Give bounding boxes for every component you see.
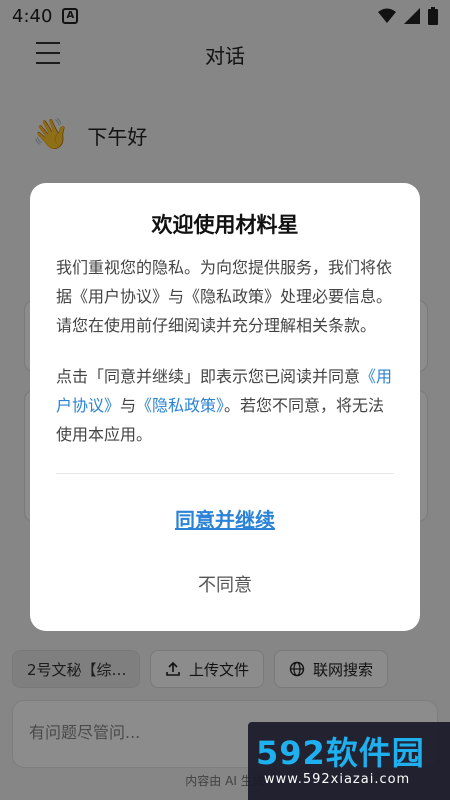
watermark-url: www.592xiazai.com xyxy=(264,772,411,787)
disagree-button[interactable]: 不同意 xyxy=(56,571,394,597)
privacy-dialog: 欢迎使用材料星 我们重视您的隐私。为向您提供服务，我们将依据《用户协议》与《隐私… xyxy=(30,183,420,631)
agree-continue-button[interactable]: 同意并继续 xyxy=(56,504,394,533)
watermark-logo: 592软件园 xyxy=(256,734,425,772)
dialog-divider xyxy=(56,473,394,474)
watermark: 592软件园 www.592xiazai.com xyxy=(248,722,450,800)
dialog-title: 欢迎使用材料星 xyxy=(151,213,299,237)
dialog-paragraph-1: 我们重视您的隐私。为向您提供服务，我们将依据《用户协议》与《隐私政策》处理必要信… xyxy=(56,258,393,335)
privacy-policy-link[interactable]: 《隐私政策》 xyxy=(136,396,224,415)
dialog-para2-and: 与 xyxy=(120,396,137,415)
dialog-paragraph-2: 点击「同意并继续」即表示您已阅读并同意《用户协议》与《隐私政策》。若您不同意，将… xyxy=(56,362,394,449)
dialog-para2-prefix: 点击「同意并继续」即表示您已阅读并同意 xyxy=(56,367,361,386)
